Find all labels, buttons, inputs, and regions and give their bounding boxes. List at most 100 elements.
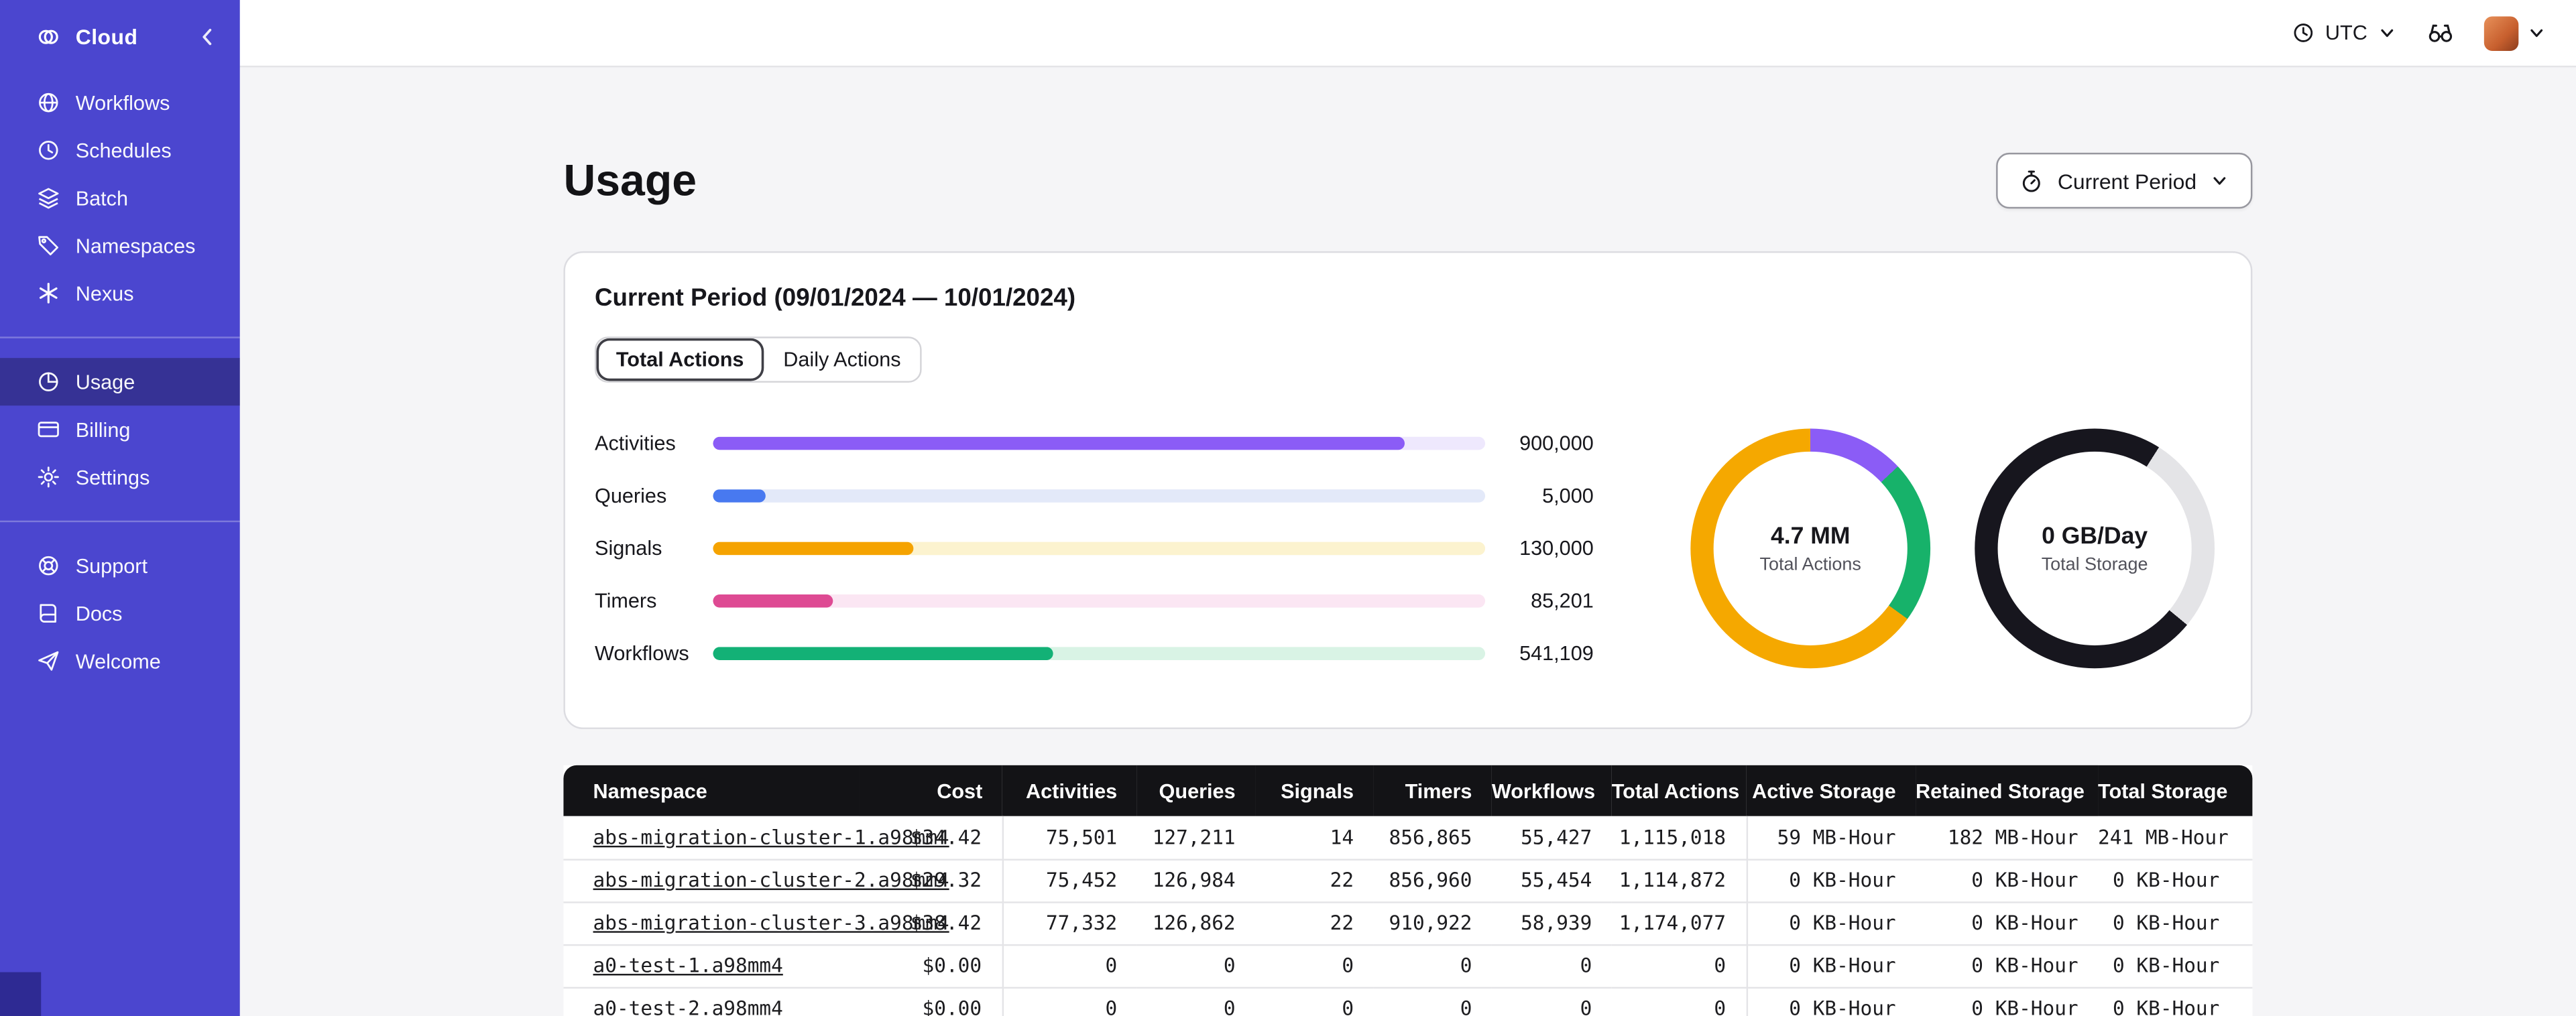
cell-total-actions: 0 bbox=[1611, 944, 1747, 988]
bar-value: 5,000 bbox=[1542, 484, 1594, 508]
total-actions-donut: 4.7 MM Total Actions bbox=[1690, 428, 1931, 669]
cell-timers: 856,865 bbox=[1373, 816, 1492, 860]
user-menu[interactable] bbox=[2483, 15, 2546, 50]
cell-total-actions: 1,174,077 bbox=[1611, 901, 1747, 946]
col-header-queries: Queries bbox=[1136, 765, 1256, 816]
asterisk-icon bbox=[39, 282, 58, 304]
sidebar-item-schedules[interactable]: Schedules bbox=[0, 127, 240, 174]
sidebar-item-label: Nexus bbox=[75, 281, 134, 305]
table-row: a0-test-1.a98mm4 $0.00 0 0 0 0 0 0 0 KB-… bbox=[563, 944, 2253, 988]
tab-total-actions[interactable]: Total Actions bbox=[596, 338, 763, 381]
col-header-active-storage: Active Storage bbox=[1746, 765, 1916, 816]
table-header-row: Namespace Cost Activities Queries Signal… bbox=[563, 765, 2253, 816]
donut-label: Total Actions bbox=[1759, 554, 1861, 574]
clock-icon bbox=[39, 140, 58, 160]
bar-label: Activities bbox=[595, 432, 676, 455]
cell-signals: 0 bbox=[1255, 987, 1374, 1016]
book-icon bbox=[40, 604, 56, 623]
chevron-down-icon bbox=[2530, 29, 2543, 38]
cell-active-storage: 0 KB-Hour bbox=[1746, 901, 1916, 946]
sidebar-nav-footer: Support Docs Welcome bbox=[0, 535, 240, 692]
col-header-workflows: Workflows bbox=[1491, 765, 1612, 816]
cell-retained-storage: 0 KB-Hour bbox=[1916, 987, 2099, 1016]
cell-timers: 856,960 bbox=[1373, 859, 1492, 903]
usage-bar-row: Signals 130,000 bbox=[595, 537, 1594, 560]
globe-icon bbox=[39, 92, 58, 113]
sidebar-item-nexus[interactable]: Nexus bbox=[0, 269, 240, 317]
sidebar-item-label: Schedules bbox=[75, 139, 172, 162]
layers-icon bbox=[38, 188, 59, 209]
page-title: Usage bbox=[563, 155, 697, 205]
sidebar-item-label: Batch bbox=[75, 186, 129, 210]
credit-card-icon bbox=[38, 422, 59, 438]
paper-plane-icon bbox=[38, 651, 59, 671]
namespace-link[interactable]: abs-migration-cluster-2.a98mm4 bbox=[593, 869, 949, 891]
table-row: abs-migration-cluster-2.a98mm4 $29.32 75… bbox=[563, 859, 2253, 903]
bar-fill bbox=[713, 542, 914, 556]
sidebar-collapse-button[interactable] bbox=[196, 24, 221, 49]
sidebar-item-label: Usage bbox=[75, 370, 135, 393]
topbar: UTC bbox=[239, 0, 2576, 68]
col-header-total-actions: Total Actions bbox=[1611, 765, 1747, 816]
bar-fill bbox=[713, 647, 1053, 661]
donut-charts: 4.7 MM Total Actions 0 GB/Day Total Stor… bbox=[1690, 428, 2215, 669]
table-row: a0-test-2.a98mm4 $0.00 0 0 0 0 0 0 0 KB-… bbox=[563, 987, 2253, 1016]
timezone-selector[interactable]: UTC bbox=[2292, 21, 2397, 44]
sidebar-item-docs[interactable]: Docs bbox=[0, 590, 240, 637]
cell-active-storage: 59 MB-Hour bbox=[1746, 816, 1916, 860]
cell-workflows: 58,939 bbox=[1491, 901, 1612, 946]
donut-value: 4.7 MM bbox=[1771, 523, 1851, 550]
sidebar-item-billing[interactable]: Billing bbox=[0, 405, 240, 453]
namespace-link[interactable]: a0-test-2.a98mm4 bbox=[593, 997, 783, 1016]
cell-activities: 0 bbox=[1002, 987, 1137, 1016]
sidebar-item-welcome[interactable]: Welcome bbox=[0, 637, 240, 685]
sidebar-item-namespaces[interactable]: Namespaces bbox=[0, 222, 240, 269]
bar-value: 85,201 bbox=[1531, 589, 1594, 613]
cell-active-storage: 0 KB-Hour bbox=[1746, 859, 1916, 903]
donut-center: 0 GB/Day Total Storage bbox=[1997, 451, 2192, 645]
cell-retained-storage: 0 KB-Hour bbox=[1916, 901, 2099, 946]
sidebar-item-settings[interactable]: Settings bbox=[0, 453, 240, 501]
col-header-activities: Activities bbox=[1002, 765, 1137, 816]
sidebar: Cloud Workflows Schedules Batch Namespac… bbox=[0, 0, 240, 1016]
sidebar-nav-main: Workflows Schedules Batch Namespaces Nex… bbox=[0, 72, 240, 324]
usage-bar-row: Workflows 541,109 bbox=[595, 642, 1594, 665]
sidebar-item-label: Docs bbox=[75, 602, 123, 625]
bar-track bbox=[713, 436, 1486, 450]
stopwatch-icon bbox=[2023, 170, 2041, 192]
sidebar-item-label: Namespaces bbox=[75, 234, 196, 257]
sidebar-item-support[interactable]: Support bbox=[0, 542, 240, 590]
namespace-link[interactable]: a0-test-1.a98mm4 bbox=[593, 954, 783, 977]
cell-activities: 75,501 bbox=[1002, 816, 1137, 860]
cell-retained-storage: 0 KB-Hour bbox=[1916, 859, 2099, 903]
sidebar-item-batch[interactable]: Batch bbox=[0, 174, 240, 222]
cell-queries: 126,862 bbox=[1136, 901, 1256, 946]
sidebar-nav-account: Usage Billing Settings bbox=[0, 351, 240, 507]
tab-daily-actions[interactable]: Daily Actions bbox=[764, 338, 921, 381]
usage-bar-row: Timers 85,201 bbox=[595, 590, 1594, 613]
bar-fill bbox=[713, 436, 1405, 450]
sidebar-bottom-badge[interactable] bbox=[0, 972, 42, 1016]
bar-track bbox=[713, 489, 1486, 503]
donut-center: 4.7 MM Total Actions bbox=[1713, 451, 1908, 645]
namespace-link[interactable]: abs-migration-cluster-1.a98mm4 bbox=[593, 826, 949, 848]
usage-bar-row: Activities 900,000 bbox=[595, 432, 1594, 454]
card-title: Current Period (09/01/2024 — 10/01/2024) bbox=[595, 283, 1076, 312]
namespace-link[interactable]: abs-migration-cluster-3.a98mm4 bbox=[593, 911, 949, 934]
cell-signals: 22 bbox=[1255, 901, 1374, 946]
cell-queries: 126,984 bbox=[1136, 859, 1256, 903]
cell-signals: 22 bbox=[1255, 859, 1374, 903]
sidebar-item-usage[interactable]: Usage bbox=[0, 358, 240, 406]
cell-activities: 77,332 bbox=[1002, 901, 1137, 946]
temporal-logo-icon bbox=[38, 29, 58, 44]
user-avatar bbox=[2483, 15, 2519, 50]
sidebar-item-workflows[interactable]: Workflows bbox=[0, 79, 240, 127]
cell-activities: 75,452 bbox=[1002, 859, 1137, 903]
cell-total-storage: 0 KB-Hour bbox=[2098, 987, 2253, 1016]
cell-retained-storage: 182 MB-Hour bbox=[1916, 816, 2099, 860]
period-selector-button[interactable]: Current Period bbox=[1997, 152, 2253, 209]
usage-bar-row: Queries 5,000 bbox=[595, 485, 1594, 507]
cell-workflows: 0 bbox=[1491, 987, 1612, 1016]
search-namespaces-button[interactable] bbox=[2426, 19, 2455, 47]
current-period-card: Current Period (09/01/2024 — 10/01/2024)… bbox=[563, 251, 2253, 729]
